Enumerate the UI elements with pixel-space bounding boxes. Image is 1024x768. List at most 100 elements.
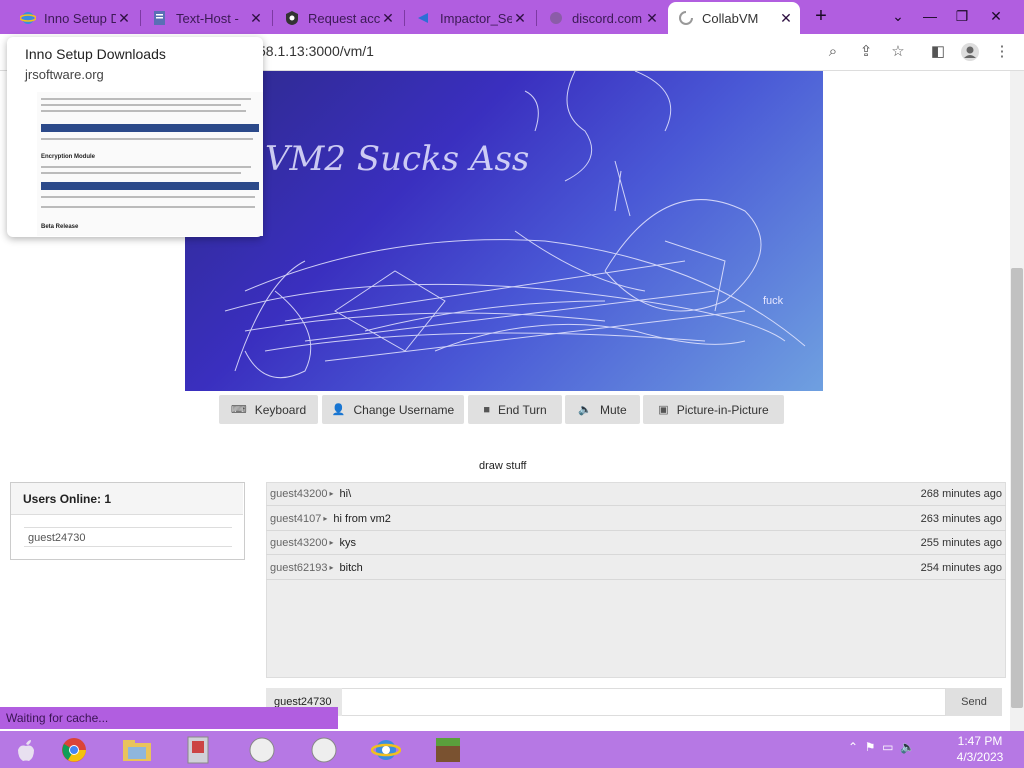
start-button[interactable]: [4, 731, 48, 768]
tab-inno-setup[interactable]: Inno Setup D ✕: [10, 2, 138, 34]
pip-icon: ▣: [658, 404, 669, 416]
apple-logo-icon: [18, 739, 34, 761]
change-username-label: Change Username: [353, 402, 455, 417]
chat-username[interactable]: guest43200: [270, 488, 328, 500]
tab-separator: [140, 10, 141, 26]
user-list-item[interactable]: guest24730: [24, 527, 232, 547]
system-tray[interactable]: ⌃ ⚑ ▭ 🔈: [848, 740, 915, 754]
tab-label: discord.com: [572, 10, 643, 26]
close-icon[interactable]: ✕: [248, 10, 264, 27]
motd-text: draw stuff: [479, 460, 527, 472]
close-icon[interactable]: ✕: [116, 10, 132, 27]
send-button[interactable]: Send: [946, 688, 1002, 716]
profile-icon[interactable]: [960, 42, 980, 62]
minimize-icon[interactable]: —: [914, 0, 946, 32]
pip-label: Picture-in-Picture: [676, 402, 769, 417]
users-online-heading: Users Online: 1: [11, 483, 243, 515]
chat-time: 255 minutes ago: [920, 536, 1002, 549]
globe-icon: [548, 10, 564, 26]
loading-icon: [678, 10, 694, 26]
restore-icon[interactable]: ❐: [946, 0, 978, 32]
tab-request-access[interactable]: Request acc ✕: [274, 2, 402, 34]
chat-text: hi\: [339, 487, 352, 500]
explorer-taskbar-icon[interactable]: [115, 731, 159, 768]
chat-text: hi from vm2: [333, 512, 391, 525]
mute-button[interactable]: 🔈 Mute: [565, 395, 640, 424]
chat-message: guest4107 ▸ hi from vm2 263 minutes ago: [266, 507, 1006, 531]
close-icon[interactable]: ✕: [644, 10, 660, 27]
keyboard-icon: ⌨: [230, 404, 247, 416]
page-icon: [152, 10, 168, 26]
tab-label: Request acc: [308, 10, 380, 26]
tab-label: Inno Setup D: [44, 10, 116, 26]
compass-taskbar-icon-2[interactable]: [302, 731, 346, 768]
sidebar-icon[interactable]: ◧: [928, 42, 948, 62]
chat-input[interactable]: [266, 688, 946, 716]
star-icon[interactable]: ☆: [888, 42, 908, 62]
drawing-strokes: [224, 71, 806, 379]
tab-separator: [404, 10, 405, 26]
close-icon[interactable]: ✕: [380, 10, 396, 27]
vm-drawn-text: VM2 Sucks Ass: [265, 139, 530, 179]
mute-label: Mute: [600, 402, 627, 417]
chat-username[interactable]: guest4107: [270, 513, 321, 525]
ie-icon: [19, 10, 37, 26]
tab-label: Impactor_Se: [440, 10, 512, 26]
share-icon[interactable]: ⇪: [856, 42, 876, 62]
ie-taskbar-icon[interactable]: [364, 731, 408, 768]
tab-label: CollabVM: [702, 10, 759, 26]
chat-message: guest43200 ▸ kys 255 minutes ago: [266, 531, 1006, 555]
chat-message: guest43200 ▸ hi\ 268 minutes ago: [266, 482, 1006, 506]
hover-card-preview: Encryption Module Beta Release: [37, 92, 263, 236]
tab-discord[interactable]: discord.com ✕: [538, 2, 666, 34]
chat-message: guest62193 ▸ bitch 254 minutes ago: [266, 556, 1006, 580]
vm-drawn-text-small: fuck: [763, 295, 784, 307]
arrow-icon: [416, 10, 432, 26]
vm-screen[interactable]: VM2 Sucks Ass fuck: [185, 71, 823, 391]
chat-username[interactable]: guest43200: [270, 537, 328, 549]
chrome-taskbar-icon[interactable]: [52, 731, 96, 768]
tab-impactor[interactable]: Impactor_Se ✕: [406, 2, 534, 34]
chat-username[interactable]: guest62193: [270, 562, 328, 574]
clock-date: 4/3/2023: [956, 750, 1004, 764]
zoom-icon[interactable]: ⌕: [823, 42, 843, 62]
close-icon[interactable]: ✕: [512, 10, 528, 27]
change-username-button[interactable]: 👤 Change Username: [322, 395, 464, 424]
tab-separator: [536, 10, 537, 26]
url-field[interactable]: 58.1.13:3000/vm/1: [258, 43, 374, 59]
tab-text-host[interactable]: Text-Host - ✕: [142, 2, 270, 34]
clock[interactable]: 1:47 PM 4/3/2023: [948, 733, 1012, 765]
pip-button[interactable]: ▣ Picture-in-Picture: [643, 395, 784, 424]
chat-text: bitch: [339, 561, 363, 574]
scrollbar-thumb[interactable]: [1011, 268, 1023, 708]
tab-collabvm[interactable]: CollabVM ✕: [668, 2, 800, 34]
chevron-down-icon[interactable]: ⌄: [882, 0, 914, 32]
tab-separator: [272, 10, 273, 26]
app-taskbar-icon[interactable]: [176, 731, 220, 768]
stop-icon: ■: [483, 403, 490, 416]
hover-card-title: Inno Setup Downloads: [25, 46, 166, 62]
tab-label: Text-Host -: [176, 10, 239, 26]
status-bubble: Waiting for cache...: [0, 707, 338, 729]
preview-heading: Beta Release: [41, 224, 79, 230]
minecraft-taskbar-icon[interactable]: [426, 731, 470, 768]
new-tab-button[interactable]: +: [805, 0, 837, 32]
hover-card-url: jrsoftware.org: [25, 67, 104, 82]
user-icon: 👤: [331, 404, 346, 416]
clock-time: 1:47 PM: [957, 734, 1003, 748]
preview-heading: Encryption Module: [41, 154, 95, 160]
chat-time: 263 minutes ago: [920, 512, 1002, 525]
close-icon[interactable]: ✕: [778, 10, 794, 27]
chat-time: 268 minutes ago: [920, 487, 1002, 500]
chat-text: kys: [339, 536, 357, 549]
keyboard-label: Keyboard: [254, 402, 307, 417]
end-turn-label: End Turn: [497, 402, 547, 417]
speaker-icon: 🔈: [578, 404, 592, 416]
chat-time: 254 minutes ago: [920, 561, 1002, 574]
shield-icon: [284, 10, 300, 26]
compass-taskbar-icon[interactable]: [240, 731, 284, 768]
end-turn-button[interactable]: ■ End Turn: [468, 395, 562, 424]
keyboard-button[interactable]: ⌨ Keyboard: [219, 395, 318, 424]
menu-icon[interactable]: ⋮: [992, 42, 1012, 62]
window-close-icon[interactable]: ✕: [980, 0, 1012, 32]
